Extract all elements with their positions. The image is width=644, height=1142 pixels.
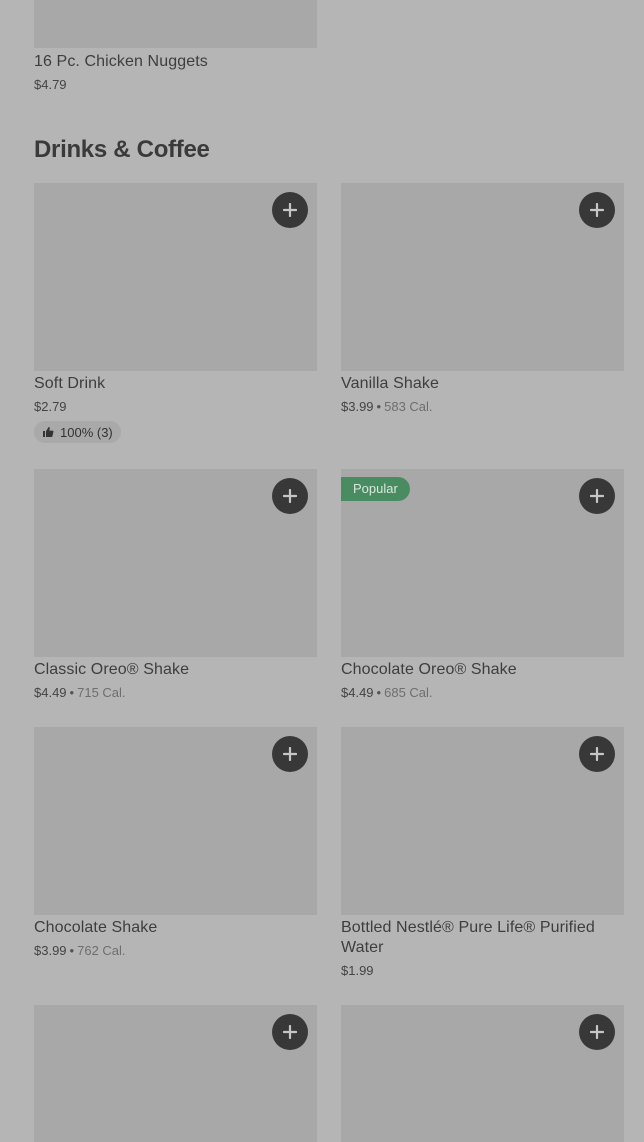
item-calories: 583 Cal. [384, 399, 433, 414]
plus-icon [283, 1025, 297, 1039]
add-item-button[interactable] [579, 1014, 615, 1050]
thumbs-up-icon [43, 427, 54, 437]
item-image-chocolate-shake[interactable] [34, 727, 317, 915]
item-price-calories: $3.99 • 583 Cal. [341, 399, 433, 415]
item-image-classic-oreo-shake[interactable] [34, 469, 317, 657]
rating-text: 100% (3) [60, 424, 113, 440]
plus-icon [590, 1025, 604, 1039]
item-image-next-left[interactable] [34, 1005, 317, 1142]
plus-icon [283, 489, 297, 503]
separator-dot: • [376, 685, 382, 700]
item-name[interactable]: Vanilla Shake [341, 374, 439, 394]
plus-icon [590, 489, 604, 503]
add-item-button[interactable] [272, 1014, 308, 1050]
plus-icon [283, 203, 297, 217]
item-price-value: $4.49 [341, 685, 374, 700]
item-price-value: $3.99 [341, 399, 374, 414]
item-image-next-right[interactable] [341, 1005, 624, 1142]
item-name[interactable]: Chocolate Shake [34, 918, 157, 938]
item-price: $2.79 [34, 399, 67, 415]
item-image-bottled-water[interactable] [341, 727, 624, 915]
item-name[interactable]: 16 Pc. Chicken Nuggets [34, 52, 208, 72]
separator-dot: • [376, 399, 382, 414]
section-title: Drinks & Coffee [34, 136, 210, 163]
add-item-button[interactable] [579, 192, 615, 228]
item-price-calories: $3.99 • 762 Cal. [34, 943, 126, 959]
item-price-value: $4.49 [34, 685, 67, 700]
item-price-value: $1.99 [341, 963, 374, 978]
plus-icon [590, 203, 604, 217]
popular-badge: Popular [341, 477, 410, 501]
item-image-chicken-nuggets[interactable] [34, 0, 317, 48]
item-image-vanilla-shake[interactable] [341, 183, 624, 371]
item-calories: 715 Cal. [77, 685, 126, 700]
item-price-value: $4.79 [34, 77, 67, 92]
item-name[interactable]: Chocolate Oreo® Shake [341, 660, 517, 680]
item-price-value: $3.99 [34, 943, 67, 958]
add-item-button[interactable] [272, 736, 308, 772]
add-item-button[interactable] [272, 478, 308, 514]
add-item-button[interactable] [579, 736, 615, 772]
add-item-button[interactable] [579, 478, 615, 514]
item-price-value: $2.79 [34, 399, 67, 414]
item-price: $1.99 [341, 963, 374, 979]
item-name[interactable]: Soft Drink [34, 374, 105, 394]
item-image-chocolate-oreo-shake[interactable]: Popular [341, 469, 624, 657]
item-name[interactable]: Bottled Nestlé® Pure Life® Purified Wate… [341, 918, 621, 958]
item-calories: 685 Cal. [384, 685, 433, 700]
item-price-calories: $4.49 • 685 Cal. [341, 685, 433, 701]
separator-dot: • [69, 943, 75, 958]
add-item-button[interactable] [272, 192, 308, 228]
item-price: $4.79 [34, 77, 67, 93]
item-name[interactable]: Classic Oreo® Shake [34, 660, 189, 680]
separator-dot: • [69, 685, 75, 700]
rating-pill: 100% (3) [34, 421, 121, 443]
item-calories: 762 Cal. [77, 943, 126, 958]
item-price-calories: $4.49 • 715 Cal. [34, 685, 126, 701]
plus-icon [283, 747, 297, 761]
plus-icon [590, 747, 604, 761]
menu-page: 16 Pc. Chicken Nuggets $4.79 Drinks & Co… [0, 0, 644, 1142]
item-image-soft-drink[interactable] [34, 183, 317, 371]
